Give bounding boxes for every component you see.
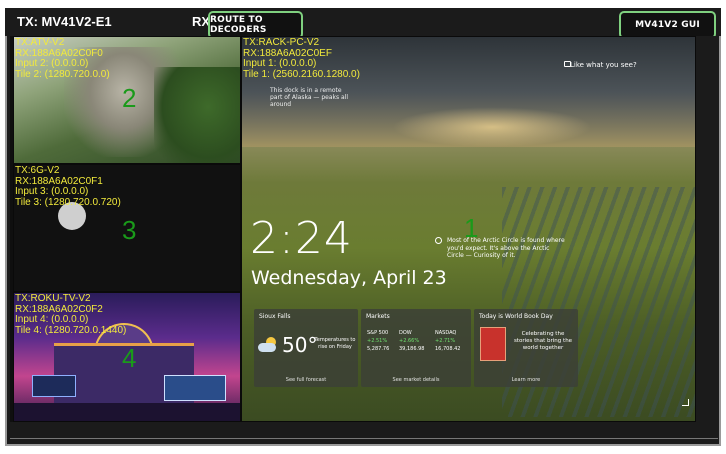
tile-3-geometry: Tile 3: (1280.720.0.720) bbox=[15, 196, 121, 208]
book-day-title: Today is World Book Day bbox=[479, 313, 553, 320]
tile-2-tree-image bbox=[154, 67, 240, 163]
market-value: 5,287.76 bbox=[367, 346, 390, 352]
weather-temperature: 50° bbox=[282, 333, 318, 357]
book-thumbnail-image bbox=[480, 327, 506, 361]
mv41v2-gui-button[interactable]: MV41V2 GUI bbox=[619, 11, 716, 39]
frame-divider bbox=[10, 438, 718, 439]
tile-4-sign-right-image bbox=[164, 375, 226, 401]
market-item: DOW +2.66% 39,186.98 bbox=[399, 329, 424, 353]
markets-title: Markets bbox=[366, 313, 390, 320]
tile-4-ground-image bbox=[14, 403, 240, 421]
multiview-canvas: TX:ATV-V2 RX:188A6A02C0F0 Input 2: (0.0.… bbox=[10, 36, 696, 422]
weather-location: Sioux Falls bbox=[259, 313, 291, 320]
market-value: 16,708.42 bbox=[435, 346, 461, 352]
market-value: 39,186.98 bbox=[399, 346, 425, 352]
markets-widget[interactable]: Markets S&P 500 +2.51% 5,287.76 DOW +2.6… bbox=[361, 309, 471, 387]
tile-4-sign-left-image bbox=[32, 375, 76, 397]
search-icon bbox=[435, 237, 442, 244]
market-item: NASDAQ +2.71% 16,708.42 bbox=[435, 329, 460, 353]
lockscreen-time: 2:24 bbox=[250, 213, 353, 264]
book-day-learn-more-link[interactable]: Learn more bbox=[474, 377, 578, 383]
resize-corner-icon bbox=[682, 399, 689, 406]
multiview-app: TX: MV41V2-E1 RX: ROUTE TO DECODERS MV41… bbox=[0, 0, 726, 454]
tile-1[interactable]: TX:RACK-PC-V2 RX:188A6A02C0EF Input 1: (… bbox=[241, 36, 696, 422]
tile-1-geometry: Tile 1: (2560.2160.1280.0) bbox=[243, 68, 360, 80]
weather-widget[interactable]: Sioux Falls 50° Temperatures to rise on … bbox=[254, 309, 358, 387]
market-name: DOW bbox=[399, 330, 412, 336]
partly-cloudy-icon bbox=[258, 337, 280, 353]
tile-3[interactable]: TX:6G-V2 RX:188A6A02C0F1 Input 3: (0.0.0… bbox=[13, 164, 241, 292]
tile-2-geometry: Tile 2: (1280.720.0.0) bbox=[15, 68, 110, 80]
tile-4-info: TX:ROKU-TV-V2 RX:188A6A02C0F2 Input 4: (… bbox=[15, 293, 127, 336]
tile-2-number: 2 bbox=[122, 83, 137, 113]
route-to-decoders-button[interactable]: ROUTE TO DECODERS bbox=[208, 11, 303, 39]
tile-1-number: 1 bbox=[464, 213, 479, 243]
market-item: S&P 500 +2.51% 5,287.76 bbox=[367, 329, 389, 353]
tile-4-geometry: Tile 4: (1280.720.0.1440) bbox=[15, 324, 127, 336]
tile-2-input: Input 2: (0.0.0.0) bbox=[15, 58, 89, 69]
book-day-widget[interactable]: Today is World Book Day Celebrating the … bbox=[474, 309, 578, 387]
tile-3-number: 3 bbox=[122, 215, 137, 245]
market-name: S&P 500 bbox=[367, 330, 389, 336]
tile-2-info: TX:ATV-V2 RX:188A6A02C0F0 Input 2: (0.0.… bbox=[15, 37, 110, 80]
like-what-you-see-link[interactable]: Like what you see? bbox=[570, 61, 637, 69]
tile-1-sunlight-image bbox=[392, 107, 592, 147]
market-change: +2.51% bbox=[367, 338, 388, 344]
lockscreen-image-caption: This dock is in a remote part of Alaska … bbox=[270, 87, 349, 108]
tile-4-tx: TX:ROKU-TV-V2 bbox=[15, 293, 91, 304]
market-details-link[interactable]: See market details bbox=[361, 377, 471, 383]
tile-1-input: Input 1: (0.0.0.0) bbox=[243, 58, 317, 69]
top-bar: TX: MV41V2-E1 RX: ROUTE TO DECODERS MV41… bbox=[5, 8, 721, 39]
market-name: NASDAQ bbox=[435, 330, 457, 336]
tile-2[interactable]: TX:ATV-V2 RX:188A6A02C0F0 Input 2: (0.0.… bbox=[13, 36, 241, 164]
weather-description: Temperatures to rise on Friday bbox=[314, 337, 356, 350]
market-change: +2.66% bbox=[399, 338, 420, 344]
tile-4-input: Input 4: (0.0.0.0) bbox=[15, 314, 89, 325]
tile-1-info: TX:RACK-PC-V2 RX:188A6A02C0EF Input 1: (… bbox=[243, 37, 360, 80]
tx-device-title: TX: MV41V2-E1 bbox=[17, 14, 112, 29]
tile-4[interactable]: TX:ROKU-TV-V2 RX:188A6A02C0F2 Input 4: (… bbox=[13, 292, 241, 422]
market-change: +2.71% bbox=[435, 338, 456, 344]
tile-2-tx: TX:ATV-V2 bbox=[15, 37, 65, 48]
lockscreen-date: Wednesday, April 23 bbox=[251, 267, 447, 289]
tile-4-number: 4 bbox=[122, 343, 137, 373]
tile-3-info: TX:6G-V2 RX:188A6A02C0F1 Input 3: (0.0.0… bbox=[15, 165, 121, 208]
book-day-text: Celebrating the stories that bring the w… bbox=[513, 331, 573, 351]
tile-3-tx: TX:6G-V2 bbox=[15, 165, 60, 176]
tile-3-input: Input 3: (0.0.0.0) bbox=[15, 186, 89, 197]
weather-forecast-link[interactable]: See full forecast bbox=[254, 377, 358, 383]
multiview-frame: TX:ATV-V2 RX:188A6A02C0F0 Input 2: (0.0.… bbox=[5, 36, 721, 446]
tile-1-tx: TX:RACK-PC-V2 bbox=[243, 37, 320, 48]
